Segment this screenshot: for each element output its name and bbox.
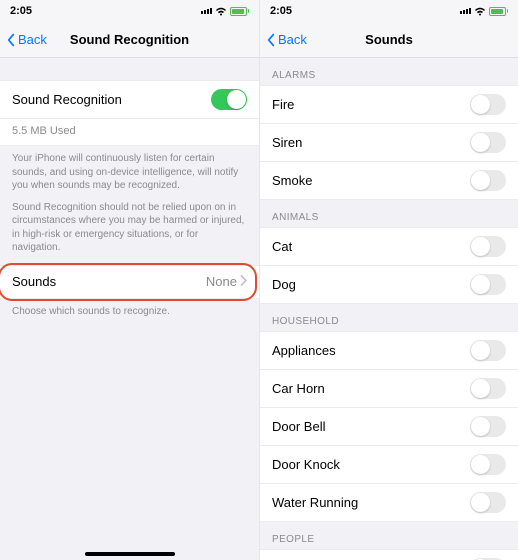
cell-siren[interactable]: Siren bbox=[260, 124, 518, 162]
signal-icon bbox=[201, 8, 212, 14]
toggle-fire[interactable] bbox=[470, 94, 506, 115]
cell-water-running[interactable]: Water Running bbox=[260, 484, 518, 522]
sound-recognition-toggle-cell[interactable]: Sound Recognition bbox=[0, 80, 259, 119]
toggle-dog[interactable] bbox=[470, 274, 506, 295]
battery-icon bbox=[489, 7, 509, 16]
toggle-door-bell[interactable] bbox=[470, 416, 506, 437]
toggle-water-running[interactable] bbox=[470, 492, 506, 513]
cell-door-knock[interactable]: Door Knock bbox=[260, 446, 518, 484]
cell-label: Cat bbox=[272, 239, 292, 254]
nav-header: Back Sound Recognition bbox=[0, 22, 259, 58]
back-label: Back bbox=[18, 32, 47, 47]
cell-label: Car Horn bbox=[272, 381, 325, 396]
screenshot-left: 2:05 Back Sound Recognition Sound Recogn… bbox=[0, 0, 259, 560]
wifi-icon bbox=[215, 7, 227, 16]
content-area: Sound Recognition 5.5 MB Used Your iPhon… bbox=[0, 58, 259, 560]
status-bar: 2:05 bbox=[260, 0, 518, 22]
screenshot-right: 2:05 Back Sounds ALARMS Fire Siren S bbox=[259, 0, 518, 560]
chevron-right-icon bbox=[240, 274, 247, 289]
cell-label: Door Knock bbox=[272, 457, 340, 472]
cell-cat[interactable]: Cat bbox=[260, 227, 518, 266]
toggle-door-knock[interactable] bbox=[470, 454, 506, 475]
sounds-footnote: Choose which sounds to recognize. bbox=[0, 299, 259, 319]
cell-smoke[interactable]: Smoke bbox=[260, 162, 518, 200]
chevron-left-icon bbox=[4, 33, 18, 47]
status-icons bbox=[201, 7, 250, 16]
section-header-household: HOUSEHOLD bbox=[260, 304, 518, 331]
cell-label: Appliances bbox=[272, 343, 336, 358]
cell-dog[interactable]: Dog bbox=[260, 266, 518, 304]
battery-icon bbox=[230, 7, 250, 16]
status-bar: 2:05 bbox=[0, 0, 259, 22]
toggle-appliances[interactable] bbox=[470, 340, 506, 361]
status-time: 2:05 bbox=[10, 5, 32, 17]
sounds-value: None bbox=[206, 274, 237, 289]
storage-used: 5.5 MB Used bbox=[0, 119, 259, 146]
cell-label: Door Bell bbox=[272, 419, 325, 434]
content-area: ALARMS Fire Siren Smoke ANIMALS Cat Dog … bbox=[260, 58, 518, 560]
section-header-animals: ANIMALS bbox=[260, 200, 518, 227]
cell-label: Siren bbox=[272, 135, 302, 150]
toggle-smoke[interactable] bbox=[470, 170, 506, 191]
back-label: Back bbox=[278, 32, 307, 47]
back-button[interactable]: Back bbox=[260, 32, 307, 47]
section-header-alarms: ALARMS bbox=[260, 58, 518, 85]
cell-appliances[interactable]: Appliances bbox=[260, 331, 518, 370]
description-1: Your iPhone will continuously listen for… bbox=[0, 146, 259, 193]
home-indicator[interactable] bbox=[85, 552, 175, 556]
cell-label: Dog bbox=[272, 277, 296, 292]
cell-car-horn[interactable]: Car Horn bbox=[260, 370, 518, 408]
cell-label: Fire bbox=[272, 97, 294, 112]
toggle-siren[interactable] bbox=[470, 132, 506, 153]
sounds-cell[interactable]: Sounds None bbox=[0, 265, 259, 299]
cell-door-bell[interactable]: Door Bell bbox=[260, 408, 518, 446]
sounds-label: Sounds bbox=[12, 274, 56, 289]
section-header-people: PEOPLE bbox=[260, 522, 518, 549]
back-button[interactable]: Back bbox=[0, 32, 47, 47]
status-icons bbox=[460, 7, 509, 16]
nav-header: Back Sounds bbox=[260, 22, 518, 58]
signal-icon bbox=[460, 8, 471, 14]
toggle-car-horn[interactable] bbox=[470, 378, 506, 399]
description-2: Sound Recognition should not be relied u… bbox=[0, 193, 259, 265]
toggle-label: Sound Recognition bbox=[12, 92, 122, 107]
cell-fire[interactable]: Fire bbox=[260, 85, 518, 124]
wifi-icon bbox=[474, 7, 486, 16]
cell-label: Smoke bbox=[272, 173, 312, 188]
status-time: 2:05 bbox=[270, 5, 292, 17]
toggle-cat[interactable] bbox=[470, 236, 506, 257]
sound-recognition-toggle[interactable] bbox=[211, 89, 247, 110]
cell-baby-crying[interactable]: Baby Crying bbox=[260, 549, 518, 560]
cell-label: Water Running bbox=[272, 495, 358, 510]
chevron-left-icon bbox=[264, 33, 278, 47]
